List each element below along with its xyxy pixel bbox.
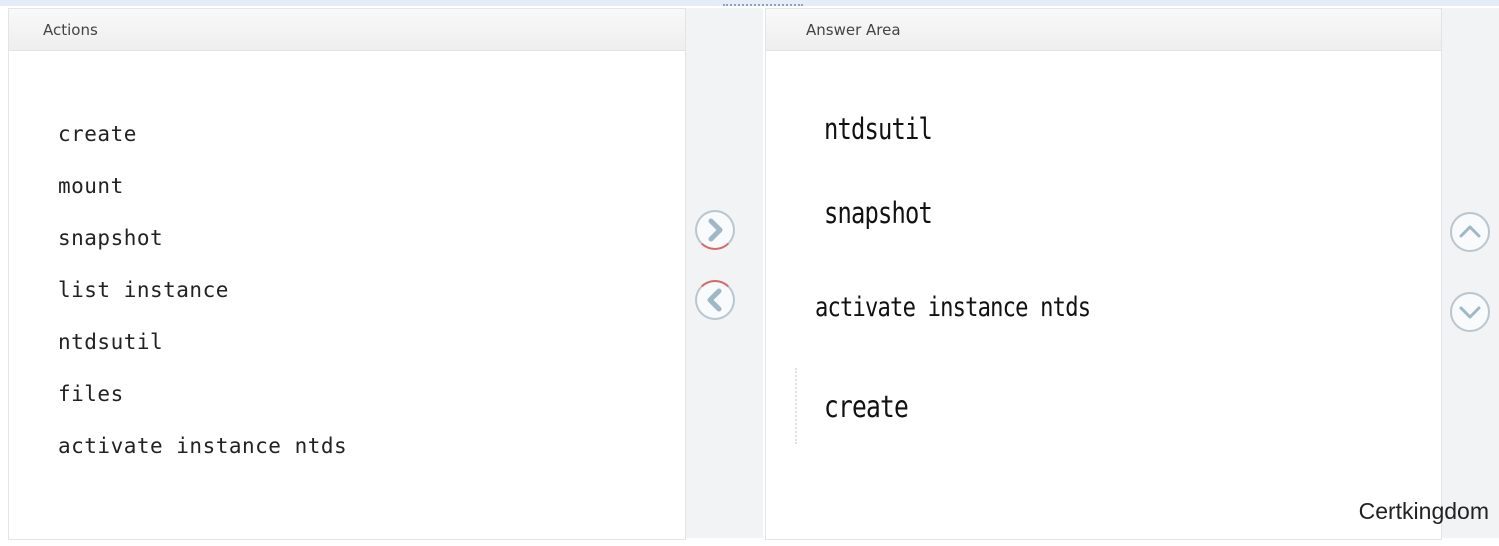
chevron-up-icon — [1459, 225, 1481, 238]
chevron-left-icon — [707, 288, 722, 312]
answer-area-header: Answer Area — [766, 9, 1441, 51]
actions-header: Actions — [9, 9, 685, 51]
answer-item-ntdsutil[interactable]: ntdsutil — [824, 112, 933, 146]
actions-list: create mount snapshot list instance ntds… — [58, 108, 347, 472]
answer-item-snapshot[interactable]: snapshot — [824, 196, 933, 230]
action-item-ntdsutil[interactable]: ntdsutil — [58, 316, 347, 368]
action-item-activate-instance-ntds[interactable]: activate instance ntds — [58, 420, 347, 472]
action-item-snapshot[interactable]: snapshot — [58, 212, 347, 264]
answer-area-panel: Answer Area — [765, 8, 1442, 540]
answer-item-create[interactable]: create — [824, 390, 909, 425]
answer-item-activate-instance-ntds[interactable]: activate instance ntds — [815, 292, 1091, 323]
move-down-button[interactable] — [1450, 292, 1490, 332]
watermark: Certkingdom — [1358, 498, 1489, 524]
action-item-files[interactable]: files — [58, 368, 347, 420]
action-item-mount[interactable]: mount — [58, 160, 347, 212]
move-right-button[interactable] — [695, 210, 735, 250]
move-up-button[interactable] — [1450, 212, 1490, 252]
reorder-controls — [1442, 8, 1499, 538]
action-item-list-instance[interactable]: list instance — [58, 264, 347, 316]
drop-indicator — [795, 368, 797, 444]
action-item-create[interactable]: create — [58, 108, 347, 160]
transfer-controls — [686, 8, 763, 538]
move-left-button[interactable] — [695, 280, 735, 320]
chevron-right-icon — [708, 218, 723, 242]
chevron-down-icon — [1459, 306, 1481, 319]
